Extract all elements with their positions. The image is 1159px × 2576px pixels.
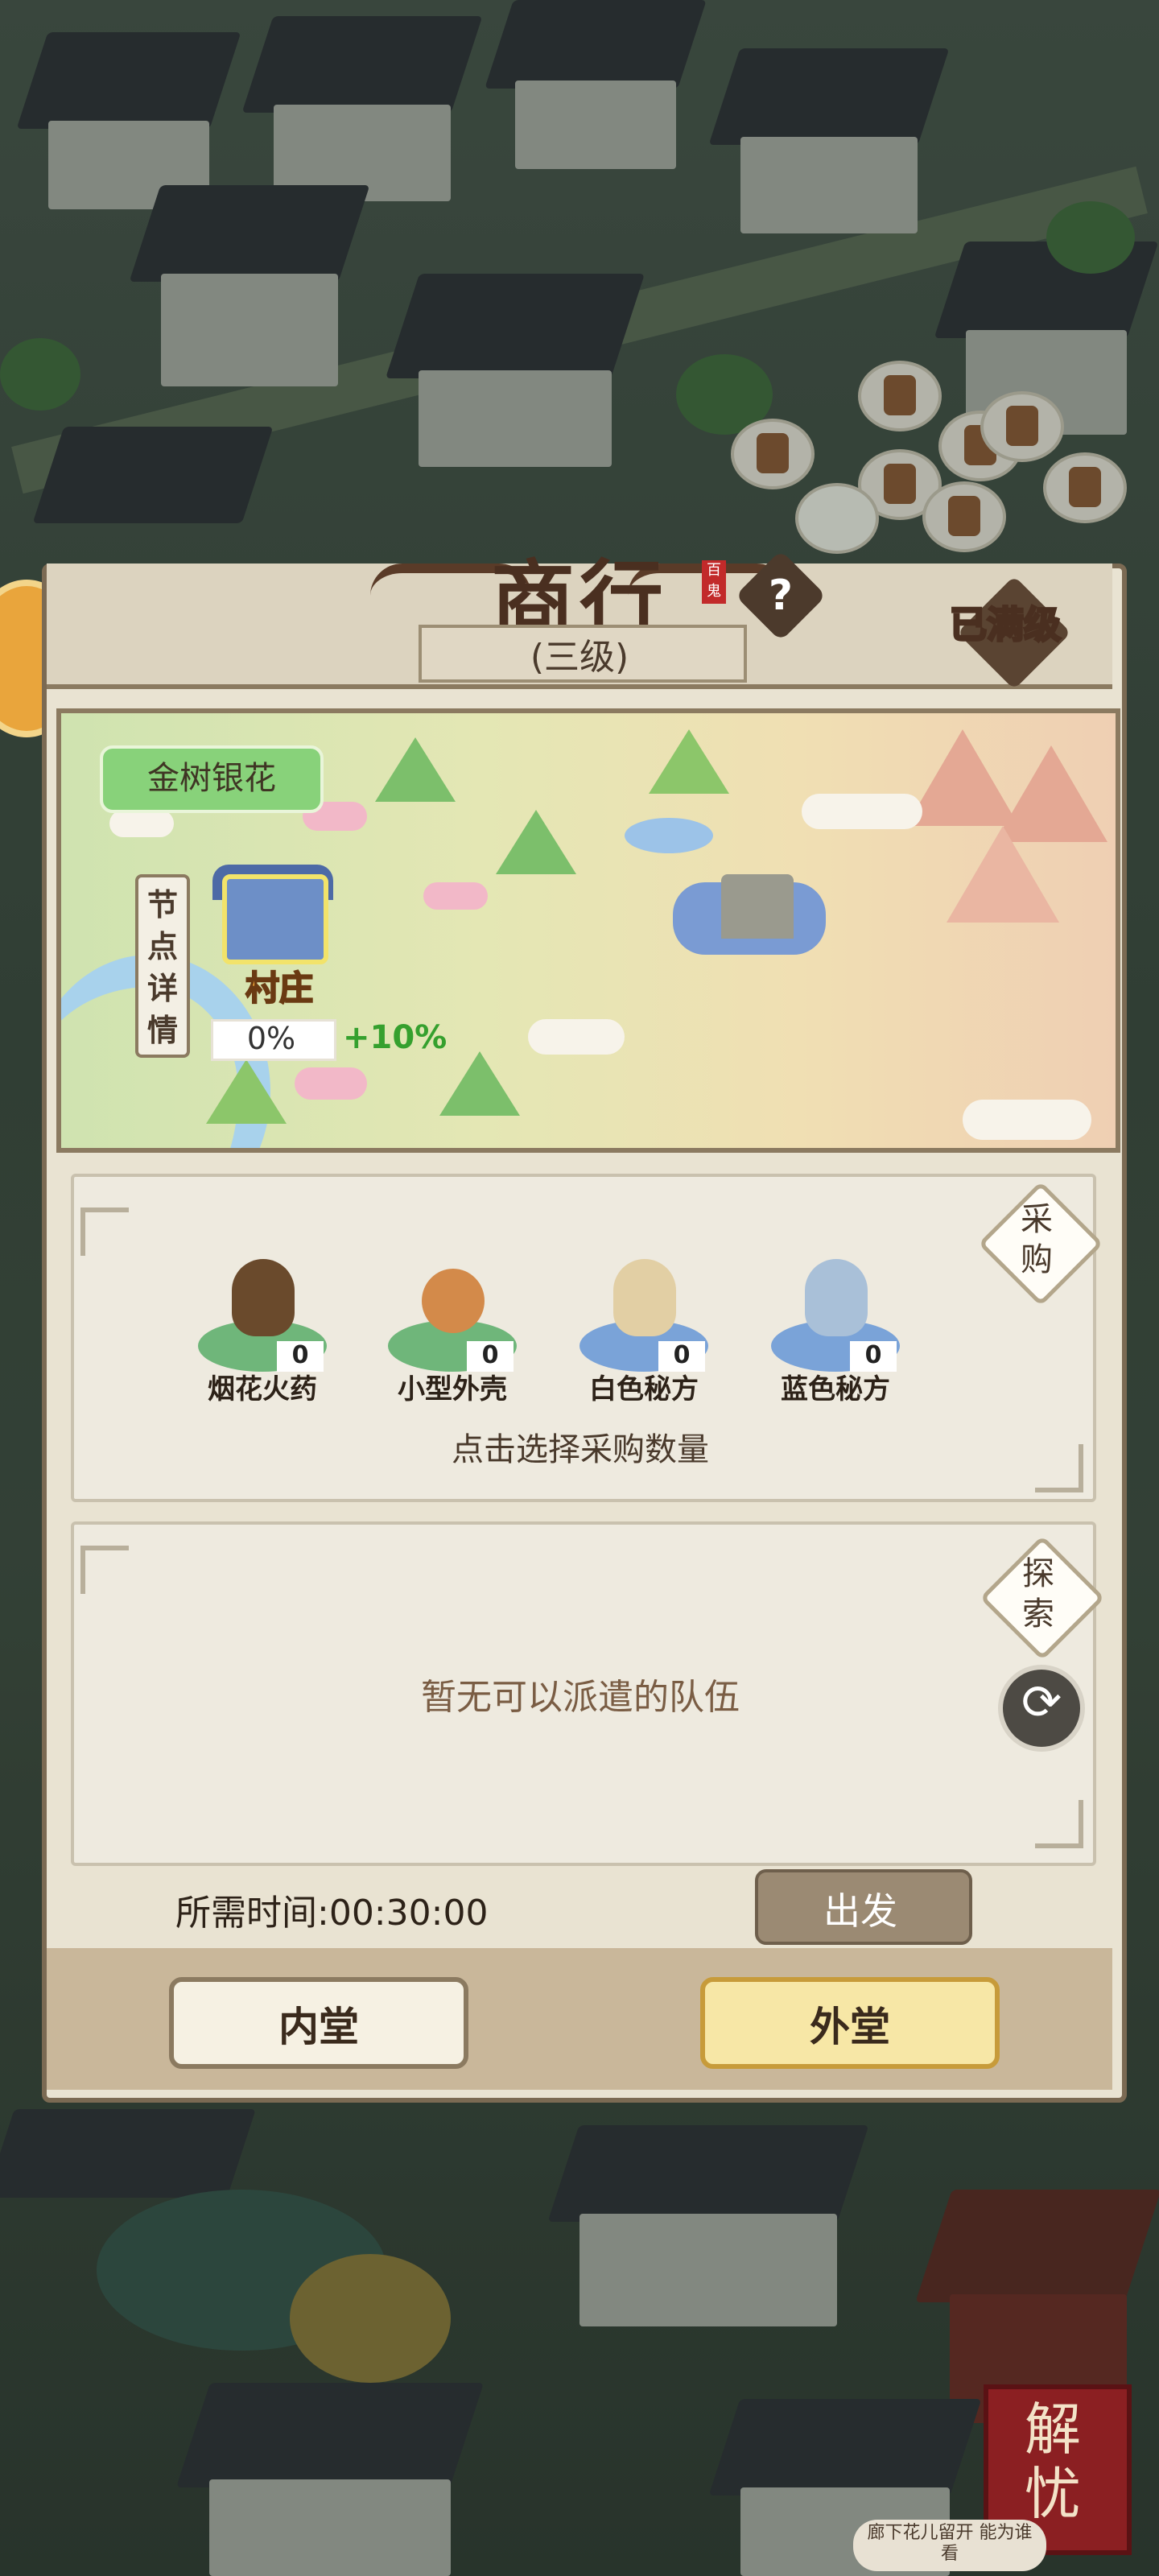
no-team-message: 暂无可以派遣的队伍: [421, 1677, 740, 1718]
node-detail-char: 详: [146, 971, 178, 1006]
explore-button[interactable]: 探 索: [1014, 1554, 1062, 1634]
route-name: 金树银花: [147, 760, 276, 797]
item-name: 小型外壳: [398, 1373, 507, 1406]
purchase-item-shell[interactable]: 0 小型外壳: [372, 1256, 533, 1406]
white-recipe-bag-icon: [613, 1259, 676, 1336]
purchase-hint: 点击选择采购数量: [452, 1431, 709, 1468]
map-blossom: [295, 1067, 367, 1100]
corner-ornament: [80, 1546, 129, 1594]
purchase-button[interactable]: 采 购: [1013, 1199, 1061, 1280]
explore-button-char: 索: [1022, 1596, 1054, 1633]
question-mark-icon: ?: [768, 572, 794, 620]
map-city-gate[interactable]: [721, 874, 794, 939]
map-hill: [496, 810, 576, 874]
map-mountain: [947, 826, 1059, 923]
refresh-button[interactable]: ⟳: [998, 1665, 1085, 1752]
node-detail-char: 节: [146, 887, 178, 923]
item-name: 烟花火药: [208, 1373, 317, 1406]
map-hill: [439, 1051, 520, 1116]
map-cloud: [528, 1019, 625, 1055]
corner-ornament: [1035, 1800, 1083, 1848]
purchase-button-char: 采: [1021, 1201, 1053, 1238]
building-level: (三级): [530, 637, 629, 678]
jieyou-logo-char: 忧: [1025, 2461, 1081, 2527]
map-hill: [375, 737, 456, 802]
required-time: 所需时间:00:30:00: [175, 1893, 489, 1934]
purchase-item-blue-recipe[interactable]: 0 蓝色秘方: [755, 1256, 916, 1406]
village-node-name[interactable]: 村庄: [227, 961, 332, 1010]
purchase-button-char: 购: [1021, 1241, 1053, 1278]
map-cloud: [963, 1100, 1091, 1140]
ticker-text: 廊下花儿留开 能为谁看: [867, 2523, 1033, 2564]
help-button[interactable]: ?: [735, 550, 827, 642]
purchase-item-white-recipe[interactable]: 0 白色秘方: [563, 1256, 724, 1406]
purchase-item-gunpowder[interactable]: 0 烟花火药: [182, 1256, 343, 1406]
title-seal: 百鬼: [702, 560, 726, 604]
jieyou-logo-char: 解: [1025, 2396, 1081, 2462]
map-hill: [206, 1059, 287, 1124]
item-name: 蓝色秘方: [781, 1373, 890, 1406]
jieyou-logo-text[interactable]: 解 忧: [984, 2397, 1122, 2526]
depart-button-label[interactable]: 出发: [755, 1882, 966, 1935]
node-detail-char: 情: [146, 1013, 178, 1048]
max-level-badge: 已满级: [949, 602, 1062, 648]
item-name: 白色秘方: [589, 1373, 699, 1406]
node-bonus: +10%: [343, 1019, 448, 1056]
tab-outer-hall-label[interactable]: 外堂: [705, 1995, 995, 2053]
refresh-icon: ⟳: [1021, 1674, 1062, 1731]
explore-button-char: 探: [1022, 1555, 1054, 1592]
map-blossom: [423, 882, 488, 910]
node-detail-label[interactable]: 节 点 详 情: [135, 884, 190, 1051]
node-detail-char: 点: [146, 929, 178, 964]
map-cloud: [109, 810, 174, 837]
blue-recipe-bag-icon: [805, 1259, 868, 1336]
gunpowder-jar-icon: [232, 1259, 295, 1336]
node-progress: 0%: [246, 1021, 296, 1056]
map-lake: [625, 818, 713, 853]
village-icon[interactable]: [222, 874, 328, 964]
corner-ornament: [80, 1208, 129, 1256]
small-shell-icon: [422, 1269, 485, 1333]
map-hill: [649, 729, 729, 794]
map-cloud: [802, 794, 922, 829]
route-map: 金树银花 节 点 详 情 村庄 0% +10%: [56, 708, 1120, 1153]
tab-inner-hall-label[interactable]: 内堂: [174, 1995, 464, 2053]
